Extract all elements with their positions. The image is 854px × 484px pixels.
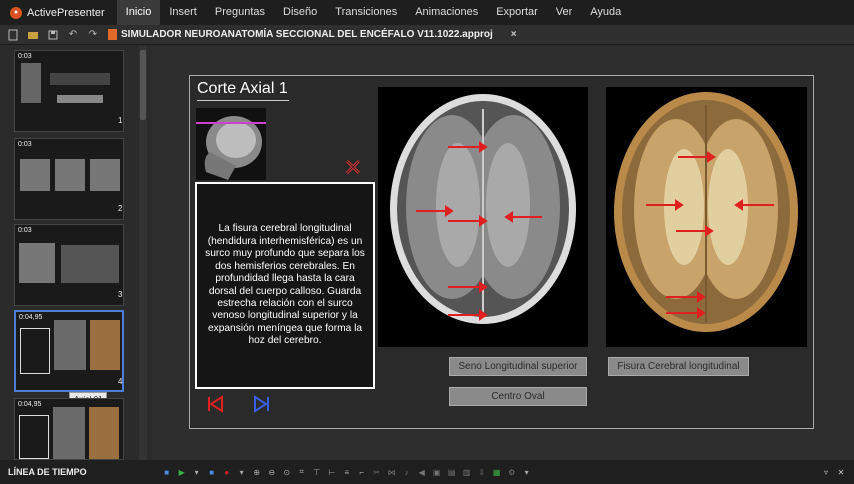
slide-panel: 0:03 1 0:03 2 0:03 3 0:04,95 4 Axial 01 …: [0, 46, 147, 460]
thumbnail-grid: [61, 245, 119, 283]
title-underline: [197, 100, 289, 101]
thumbnail-image: [21, 63, 41, 103]
slide-duration: 0:03: [18, 227, 32, 234]
stop-icon[interactable]: ■: [207, 467, 217, 477]
slide-number: 3: [118, 290, 123, 299]
thumbnail-mri: [53, 407, 85, 459]
menu-inicio[interactable]: Inicio: [116, 0, 161, 25]
volume-icon[interactable]: ◀: [417, 467, 427, 477]
slide-thumbnail-3[interactable]: 0:03: [14, 224, 124, 306]
thumbnail-text: [50, 73, 110, 85]
seno-longitudinal-button[interactable]: Seno Longitudinal superior: [449, 357, 587, 376]
thumbnail-textbox: [20, 328, 50, 374]
slide-thumbnail-2[interactable]: 0:03: [14, 138, 124, 220]
align-icon[interactable]: ≡: [342, 467, 352, 477]
save-icon[interactable]: [46, 28, 60, 42]
thumbnail-anatomy: [89, 407, 119, 459]
menu-diseno[interactable]: Diseño: [274, 0, 326, 25]
document-title: SIMULADOR NEUROANATOMÍA SECCIONAL DEL EN…: [121, 29, 493, 40]
info-text: La fisura cerebral longitudinal (hendidu…: [205, 223, 365, 347]
quick-toolbar: ↶ ↷ SIMULADOR NEUROANATOMÍA SECCIONAL DE…: [0, 25, 854, 45]
zoom-fit-icon[interactable]: ⊙: [282, 467, 292, 477]
slide-thumbnail-4[interactable]: 0:04,95: [14, 310, 124, 392]
slide-number: 1: [118, 116, 123, 125]
grid-icon[interactable]: ▦: [492, 467, 502, 477]
menu-exportar[interactable]: Exportar: [487, 0, 547, 25]
dropdown-icon[interactable]: ▾: [522, 467, 532, 477]
dropdown-icon[interactable]: ▾: [237, 467, 247, 477]
play-icon[interactable]: ▶: [177, 467, 187, 477]
split-icon[interactable]: ⌗: [297, 467, 307, 477]
timeline-label: LÍNEA DE TIEMPO: [8, 467, 87, 477]
slide-duration: 0:04,95: [19, 314, 43, 321]
close-icon[interactable]: [345, 159, 361, 175]
crop-icon[interactable]: ⌐: [357, 467, 367, 477]
merge-icon[interactable]: ⋈: [387, 467, 397, 477]
menu-insert[interactable]: Insert: [160, 0, 206, 25]
undo-icon[interactable]: ↶: [66, 28, 80, 42]
menu-preguntas[interactable]: Preguntas: [206, 0, 274, 25]
slide-thumbnail-1[interactable]: 0:03: [14, 50, 124, 132]
thumbnail-image: [55, 159, 85, 191]
close-tab-icon[interactable]: ×: [511, 29, 517, 40]
trim-icon[interactable]: ⊢: [327, 467, 337, 477]
slide-duration: 0:04,95: [18, 401, 42, 408]
zoom-in-icon[interactable]: ⊕: [252, 467, 262, 477]
redo-icon[interactable]: ↷: [86, 28, 100, 42]
collapse-icon[interactable]: ▿: [821, 467, 831, 477]
thumbnail-textbox: [19, 415, 49, 459]
menu-animaciones[interactable]: Animaciones: [406, 0, 487, 25]
thumbnail-image: [20, 159, 50, 191]
close-panel-icon[interactable]: ✕: [836, 467, 846, 477]
previous-slide-icon[interactable]: [206, 395, 224, 413]
slide-number: 2: [118, 204, 123, 213]
image-icon[interactable]: ▣: [432, 467, 442, 477]
open-icon[interactable]: [26, 28, 40, 42]
menu-ayuda[interactable]: Ayuda: [581, 0, 630, 25]
export-icon[interactable]: ⇩: [477, 467, 487, 477]
menu-bar: ● ActivePresenter Inicio Insert Pregunta…: [0, 0, 854, 25]
document-icon: [108, 29, 117, 40]
timeline-bar: LÍNEA DE TIEMPO ■ ▶ ▾ ■ ● ▾ ⊕ ⊖ ⊙ ⌗ ⊤ ⊢ …: [0, 460, 854, 484]
cut-icon[interactable]: ✂: [372, 467, 382, 477]
thumbnail-image: [19, 243, 55, 283]
slide-duration: 0:03: [18, 141, 32, 148]
slide-thumbnail-5[interactable]: 0:04,95: [14, 398, 124, 460]
slide-number: 4: [118, 377, 123, 386]
thumbnail-anatomy: [90, 320, 120, 370]
marker-icon[interactable]: ⊤: [312, 467, 322, 477]
layers-icon[interactable]: ■: [162, 467, 172, 477]
dropdown-icon[interactable]: ▾: [192, 467, 202, 477]
menu-ver[interactable]: Ver: [547, 0, 582, 25]
scrollbar-thumb[interactable]: [140, 50, 146, 120]
fisura-cerebral-button[interactable]: Fisura Cerebral longitudinal: [608, 357, 749, 376]
slide-title: Corte Axial 1: [197, 80, 288, 97]
thumbnail-mri: [54, 320, 86, 370]
anatomical-section-image: [606, 87, 807, 347]
slide-duration: 0:03: [18, 53, 32, 60]
sagittal-head-image: [196, 108, 266, 180]
zoom-out-icon[interactable]: ⊖: [267, 467, 277, 477]
info-textbox: La fisura cerebral longitudinal (hendidu…: [195, 182, 375, 389]
settings-icon[interactable]: ⚙: [507, 467, 517, 477]
document-tab[interactable]: SIMULADOR NEUROANATOMÍA SECCIONAL DEL EN…: [108, 29, 517, 40]
caption-icon[interactable]: ▤: [447, 467, 457, 477]
thumbnail-image: [90, 159, 120, 191]
next-slide-icon[interactable]: [253, 395, 271, 413]
new-file-icon[interactable]: [6, 28, 20, 42]
thumbnail-button: [57, 95, 103, 103]
app-logo-icon: ●: [10, 6, 22, 19]
mri-flair-axial-image: [378, 87, 588, 347]
app-name: ActivePresenter: [27, 6, 105, 19]
record-icon[interactable]: ●: [222, 467, 232, 477]
menu-transiciones[interactable]: Transiciones: [326, 0, 406, 25]
audio-icon[interactable]: ♪: [402, 467, 412, 477]
centro-oval-button[interactable]: Centro Oval: [449, 387, 587, 406]
chart-icon[interactable]: ▥: [462, 467, 472, 477]
